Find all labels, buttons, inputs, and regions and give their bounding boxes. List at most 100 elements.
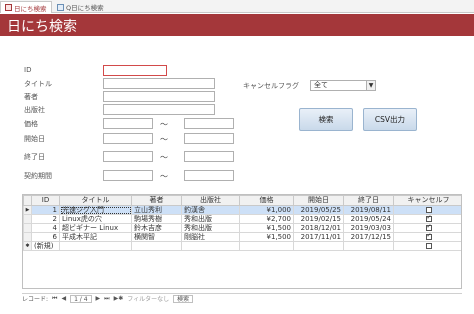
price-from-input[interactable] xyxy=(103,118,153,129)
tab-label: 日にち検索 xyxy=(14,4,47,13)
last-record-icon[interactable]: ⏭ xyxy=(104,295,109,303)
cell-title-new[interactable] xyxy=(59,241,132,251)
cell-title[interactable]: 光速ジグ入門 xyxy=(59,205,132,215)
cell-cancel-flag[interactable] xyxy=(393,232,461,242)
cell-start-date[interactable]: 2019/05/25 xyxy=(293,205,344,215)
cell-price[interactable]: ¥1,000 xyxy=(239,205,294,215)
range-separator: 〜 xyxy=(160,135,168,144)
cell-title[interactable]: 平成木平記 xyxy=(59,232,132,242)
start-date-label: 開始日 xyxy=(24,135,45,143)
column-header-price[interactable]: 価格 xyxy=(239,195,294,206)
contract-period-to-input[interactable] xyxy=(184,170,234,181)
cancel-checkbox[interactable] xyxy=(425,216,432,222)
table-row[interactable]: 2 Linux虎の穴 駒場秀樹 秀和出版 ¥2,700 2019/02/15 2… xyxy=(23,214,461,224)
start-date-to-input[interactable] xyxy=(184,133,234,144)
cell-end-date[interactable]: 2017/12/15 xyxy=(343,232,394,242)
column-header-end-date[interactable]: 終了日 xyxy=(343,195,394,206)
cell-cancel-flag[interactable] xyxy=(393,205,461,215)
cancel-checkbox[interactable] xyxy=(425,207,432,213)
cell-price[interactable]: ¥1,500 xyxy=(239,232,294,242)
cell-id[interactable]: 2 xyxy=(31,214,60,224)
id-input[interactable] xyxy=(103,65,167,76)
end-date-label: 終了日 xyxy=(24,153,45,161)
form-header: 日にち検索 xyxy=(0,14,474,36)
tab-q-hinichi-kensaku[interactable]: Q日にち検索 xyxy=(53,1,109,13)
navigator-search-input[interactable]: 検索 xyxy=(173,294,194,303)
cell-publisher-new[interactable] xyxy=(181,241,240,251)
contract-period-from-input[interactable] xyxy=(103,170,153,181)
column-header-author[interactable]: 著者 xyxy=(131,195,182,206)
cancel-checkbox[interactable] xyxy=(425,243,432,249)
new-record-row[interactable]: ✱ (新規) xyxy=(23,241,461,251)
cell-publisher[interactable]: 剛脳社 xyxy=(181,232,240,242)
cell-id[interactable]: 1 xyxy=(31,205,60,215)
cell-cancel-flag[interactable] xyxy=(393,223,461,233)
tab-hinichi-kensaku[interactable]: 日にち検索 xyxy=(0,1,52,13)
cell-publisher[interactable]: 秀和出版 xyxy=(181,214,240,224)
row-selector-header[interactable] xyxy=(23,195,32,206)
cell-price[interactable]: ¥2,700 xyxy=(239,214,294,224)
cancel-flag-select[interactable]: 全て ▼ xyxy=(310,80,376,91)
cell-title[interactable]: Linux虎の穴 xyxy=(59,214,132,224)
column-header-title[interactable]: タイトル xyxy=(59,195,132,206)
cell-cancel-flag[interactable] xyxy=(393,214,461,224)
cancel-checkbox[interactable] xyxy=(425,225,432,231)
cell-author[interactable]: 横関智 xyxy=(131,232,182,242)
chevron-down-icon[interactable]: ▼ xyxy=(366,81,375,90)
cell-author[interactable]: 鈴木吉彦 xyxy=(131,223,182,233)
cell-publisher[interactable]: 釣漢舎 xyxy=(181,205,240,215)
cell-price[interactable]: ¥1,500 xyxy=(239,223,294,233)
row-selector[interactable]: ▶ xyxy=(23,205,32,215)
cancel-flag-label: キャンセルフラグ xyxy=(243,82,299,90)
end-date-to-input[interactable] xyxy=(184,151,234,162)
start-date-from-input[interactable] xyxy=(103,133,153,144)
cancel-checkbox[interactable] xyxy=(425,234,432,240)
cell-start-date[interactable]: 2018/12/01 xyxy=(293,223,344,233)
table-row[interactable]: 6 平成木平記 横関智 剛脳社 ¥1,500 2017/11/01 2017/1… xyxy=(23,232,461,242)
table-row[interactable]: 4 超ビギナー Linux 鈴木吉彦 秀和出版 ¥1,500 2018/12/0… xyxy=(23,223,461,233)
id-label: ID xyxy=(24,66,32,74)
cell-id-new[interactable]: (新規) xyxy=(31,241,60,251)
row-selector[interactable] xyxy=(23,232,32,242)
author-input[interactable] xyxy=(103,91,215,102)
table-row[interactable]: ▶ 1 光速ジグ入門 立山秀利 釣漢舎 ¥1,000 2019/05/25 20… xyxy=(23,205,461,215)
cell-start-date-new[interactable] xyxy=(293,241,344,251)
filter-status[interactable]: フィルターなし xyxy=(127,294,169,303)
cell-start-date[interactable]: 2019/02/15 xyxy=(293,214,344,224)
cell-cancel-flag-new[interactable] xyxy=(393,241,461,251)
column-header-publisher[interactable]: 出版社 xyxy=(181,195,240,206)
header-row: ID タイトル 著者 出版社 価格 開始日 終了日 キャンセルフ xyxy=(23,195,461,206)
first-record-icon[interactable]: ⏮ xyxy=(52,295,57,303)
search-button[interactable]: 検索 xyxy=(299,108,353,131)
row-selector[interactable] xyxy=(23,223,32,233)
cell-id[interactable]: 4 xyxy=(31,223,60,233)
cell-id[interactable]: 6 xyxy=(31,232,60,242)
previous-record-icon[interactable]: ◀ xyxy=(61,295,66,302)
cell-start-date[interactable]: 2017/11/01 xyxy=(293,232,344,242)
column-header-cancel-flag[interactable]: キャンセルフ xyxy=(393,195,461,206)
tab-label: Q日にち検索 xyxy=(66,4,104,12)
cell-author[interactable]: 立山秀利 xyxy=(131,205,182,215)
csv-export-button[interactable]: CSV出力 xyxy=(363,108,417,131)
cell-author-new[interactable] xyxy=(131,241,182,251)
row-selector[interactable]: ✱ xyxy=(23,241,32,251)
cell-title[interactable]: 超ビギナー Linux xyxy=(59,223,132,233)
cell-author[interactable]: 駒場秀樹 xyxy=(131,214,182,224)
title-input[interactable] xyxy=(103,78,215,89)
cell-end-date[interactable]: 2019/08/11 xyxy=(343,205,394,215)
cell-price-new[interactable] xyxy=(239,241,294,251)
cell-end-date-new[interactable] xyxy=(343,241,394,251)
price-to-input[interactable] xyxy=(184,118,234,129)
cell-publisher[interactable]: 秀和出版 xyxy=(181,223,240,233)
new-record-icon[interactable]: ▶✱ xyxy=(114,295,124,302)
column-header-id[interactable]: ID xyxy=(31,195,60,206)
publisher-input[interactable] xyxy=(103,104,215,115)
end-date-from-input[interactable] xyxy=(103,151,153,162)
cell-end-date[interactable]: 2019/03/03 xyxy=(343,223,394,233)
next-record-icon[interactable]: ▶ xyxy=(96,295,101,302)
column-header-start-date[interactable]: 開始日 xyxy=(293,195,344,206)
cell-end-date[interactable]: 2019/05/24 xyxy=(343,214,394,224)
row-selector[interactable] xyxy=(23,214,32,224)
record-label: レコード: xyxy=(22,296,49,303)
record-position-input[interactable]: 1 / 4 xyxy=(70,294,92,303)
